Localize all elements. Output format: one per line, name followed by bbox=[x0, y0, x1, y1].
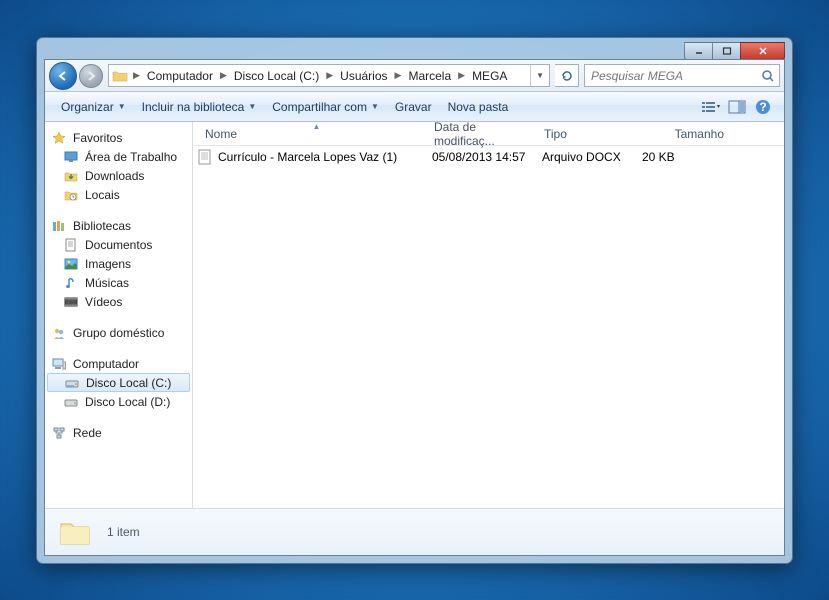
file-name: Currículo - Marcela Lopes Vaz (1) bbox=[218, 150, 397, 164]
sidebar-computer[interactable]: Computador bbox=[45, 354, 192, 373]
sidebar-libraries[interactable]: Bibliotecas bbox=[45, 216, 192, 235]
breadcrumb[interactable]: ▶ Computador ▶ Disco Local (C:) ▶ Usuári… bbox=[108, 64, 550, 87]
maximize-button[interactable] bbox=[712, 42, 741, 60]
drive-icon bbox=[63, 394, 79, 410]
help-button[interactable]: ? bbox=[750, 96, 776, 118]
breadcrumb-item[interactable]: MEGA bbox=[467, 65, 512, 86]
pictures-icon bbox=[63, 256, 79, 272]
downloads-icon bbox=[63, 168, 79, 184]
breadcrumb-dropdown[interactable]: ▼ bbox=[530, 65, 549, 86]
content-area: Favoritos Área de Trabalho Downloads Loc… bbox=[45, 122, 784, 508]
svg-text:?: ? bbox=[759, 100, 766, 114]
documents-icon bbox=[63, 237, 79, 253]
chevron-right-icon: ▶ bbox=[218, 70, 229, 81]
docx-icon bbox=[197, 149, 213, 165]
minimize-button[interactable] bbox=[684, 42, 713, 60]
organize-button[interactable]: Organizar▼ bbox=[53, 92, 134, 121]
status-text: 1 item bbox=[107, 525, 140, 539]
chevron-right-icon: ▶ bbox=[456, 70, 467, 81]
preview-pane-button[interactable] bbox=[724, 96, 750, 118]
sidebar-item-disk-c[interactable]: Disco Local (C:) bbox=[47, 373, 190, 392]
breadcrumb-item[interactable]: Disco Local (C:) bbox=[229, 65, 324, 86]
include-library-button[interactable]: Incluir na biblioteca▼ bbox=[134, 92, 265, 121]
folder-large-icon bbox=[57, 514, 93, 550]
sidebar-favorites[interactable]: Favoritos bbox=[45, 128, 192, 147]
burn-button[interactable]: Gravar bbox=[387, 92, 440, 121]
sidebar-item-desktop[interactable]: Área de Trabalho bbox=[45, 147, 192, 166]
back-button[interactable] bbox=[49, 62, 77, 90]
column-name[interactable]: ▲ Nome bbox=[193, 122, 428, 145]
sidebar-item-disk-d[interactable]: Disco Local (D:) bbox=[45, 392, 192, 411]
column-headers: ▲ Nome Data de modificaç... Tipo Tamanho bbox=[193, 122, 784, 146]
sidebar-item-downloads[interactable]: Downloads bbox=[45, 166, 192, 185]
file-rows[interactable]: Currículo - Marcela Lopes Vaz (1) 05/08/… bbox=[193, 146, 784, 508]
file-row[interactable]: Currículo - Marcela Lopes Vaz (1) 05/08/… bbox=[193, 146, 784, 167]
breadcrumb-item[interactable]: Marcela bbox=[403, 65, 456, 86]
search-input[interactable] bbox=[585, 69, 757, 83]
homegroup-icon bbox=[51, 325, 67, 341]
file-type: Arquivo DOCX bbox=[542, 150, 642, 164]
computer-icon bbox=[51, 356, 67, 372]
network-icon bbox=[51, 425, 67, 441]
drive-icon bbox=[64, 375, 80, 391]
toolbar: Organizar▼ Incluir na biblioteca▼ Compar… bbox=[45, 92, 784, 122]
sidebar-item-music[interactable]: Músicas bbox=[45, 273, 192, 292]
column-date[interactable]: Data de modificaç... bbox=[428, 122, 538, 145]
refresh-button[interactable] bbox=[555, 64, 579, 87]
close-button[interactable] bbox=[740, 42, 785, 60]
file-list-area: ▲ Nome Data de modificaç... Tipo Tamanho… bbox=[193, 122, 784, 508]
file-size: 20 KB bbox=[642, 150, 734, 164]
column-type[interactable]: Tipo bbox=[538, 122, 638, 145]
explorer-window: ▶ Computador ▶ Disco Local (C:) ▶ Usuári… bbox=[36, 37, 793, 564]
sidebar-item-recent[interactable]: Locais bbox=[45, 185, 192, 204]
share-button[interactable]: Compartilhar com▼ bbox=[264, 92, 387, 121]
status-bar: 1 item bbox=[45, 508, 784, 555]
sidebar-item-documents[interactable]: Documentos bbox=[45, 235, 192, 254]
new-folder-button[interactable]: Nova pasta bbox=[440, 92, 517, 121]
chevron-right-icon: ▶ bbox=[324, 70, 335, 81]
chevron-right-icon: ▶ bbox=[131, 70, 142, 81]
sidebar-item-pictures[interactable]: Imagens bbox=[45, 254, 192, 273]
breadcrumb-item[interactable]: Computador bbox=[142, 65, 218, 86]
view-options-button[interactable] bbox=[698, 96, 724, 118]
music-icon bbox=[63, 275, 79, 291]
desktop-icon bbox=[63, 149, 79, 165]
window-inner: ▶ Computador ▶ Disco Local (C:) ▶ Usuári… bbox=[44, 59, 785, 556]
search-box[interactable] bbox=[584, 64, 780, 87]
nav-row: ▶ Computador ▶ Disco Local (C:) ▶ Usuári… bbox=[45, 60, 784, 92]
sidebar: Favoritos Área de Trabalho Downloads Loc… bbox=[45, 122, 193, 508]
column-size[interactable]: Tamanho bbox=[638, 122, 730, 145]
videos-icon bbox=[63, 294, 79, 310]
folder-icon bbox=[109, 69, 131, 83]
forward-button[interactable] bbox=[79, 64, 103, 88]
file-date: 05/08/2013 14:57 bbox=[432, 150, 542, 164]
chevron-right-icon: ▶ bbox=[393, 70, 404, 81]
sort-asc-icon: ▲ bbox=[199, 122, 434, 131]
sidebar-item-videos[interactable]: Vídeos bbox=[45, 292, 192, 311]
libraries-icon bbox=[51, 218, 67, 234]
titlebar bbox=[44, 42, 785, 56]
recent-icon bbox=[63, 187, 79, 203]
sidebar-network[interactable]: Rede bbox=[45, 423, 192, 442]
sidebar-homegroup[interactable]: Grupo doméstico bbox=[45, 323, 192, 342]
star-icon bbox=[51, 130, 67, 146]
search-icon[interactable] bbox=[757, 69, 779, 83]
breadcrumb-item[interactable]: Usuários bbox=[335, 65, 392, 86]
